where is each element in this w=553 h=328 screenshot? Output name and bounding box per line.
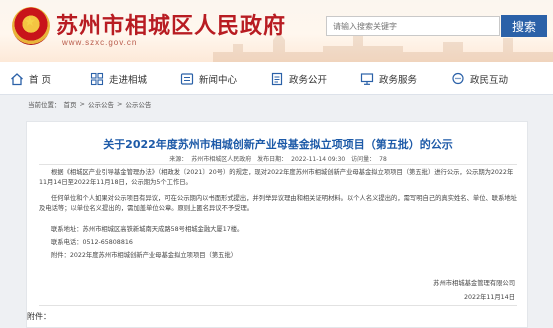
signature-organization: 苏州市相城基金管理有限公司 [433,280,515,287]
nav-label: 首 页 [29,75,52,86]
title-divider [39,164,517,165]
nav-label: 走进相城 [109,75,148,86]
attachment-line[interactable]: 附件：2022年度苏州市相城创新产业母基金拟立项项目（第五批） [39,251,517,261]
article-title: 关于2022年度苏州市相城创新产业母基金拟立项项目（第五批）的公示 [103,138,453,151]
site-header: ★ 苏州市相城区人民政府 www.szxc.gov.cn 搜索 [0,0,553,62]
nav-item-home[interactable]: 首 页 [10,71,51,87]
nav-label: 政务公开 [289,75,328,86]
nav-label: 新闻中心 [199,75,238,86]
nav-item-about[interactable]: 走进相城 [90,71,147,87]
main-nav: 首 页 走进相城 新闻中心 政务公开 政务服务 政民互动 [0,62,553,95]
chat-icon [451,72,465,86]
nav-item-gov-affairs[interactable]: 政务公开 [270,71,327,87]
nav-item-interaction[interactable]: 政民互动 [451,71,508,87]
site-title[interactable]: 苏州市相城区人民政府 [56,8,286,40]
attachment-heading: 附件： [27,312,51,321]
nav-item-gov-services[interactable]: 政务服务 [360,71,417,87]
contact-address: 联系地址：苏州市相城区高铁新城南天成路58号相城金融大厦17楼。 [51,226,244,233]
nav-label: 政民互动 [470,75,509,86]
paragraph-objection: 任何单位和个人如果对公示项目有异议，可在公示期内以书面形式提出，并列举异议理由和… [39,195,517,212]
home-icon [10,72,24,86]
nav-label: 政务服务 [379,75,418,86]
attachment-divider [39,305,517,306]
date-value: 2022-11-14 09:30 [291,156,346,163]
source-label: 来源： [169,156,188,163]
grid-icon [90,72,104,86]
government-emblem-icon[interactable]: ★ [12,7,50,45]
breadcrumb-link-notices[interactable]: 公示公告 [88,99,114,109]
breadcrumb-separator: > [116,100,123,108]
paragraph-announcement: 根据《相城区产业引导基金管理办法》（相政发〔2021〕20号）的规定，现对202… [39,169,514,186]
breadcrumb: 当前位置： 首页 > 公示公告 > 公示公告 [28,97,151,111]
article-panel: 关于2022年度苏州市相城创新产业母基金拟立项项目（第五批）的公示 来源： 苏州市… [26,121,528,328]
article-meta: 来源： 苏州市相城区人民政府 发布日期： 2022-11-14 09:30 访问量：… [27,154,529,163]
nav-item-news[interactable]: 新闻中心 [180,71,237,87]
news-icon [180,72,194,86]
document-icon [270,72,284,86]
date-label: 发布日期： [257,156,288,163]
breadcrumb-prefix: 当前位置： [28,101,61,109]
monitor-icon [360,72,374,86]
signature-date: 2022年11月14日 [464,294,515,301]
search-button[interactable]: 搜索 [501,15,547,37]
breadcrumb-link-home[interactable]: 首页 [64,99,77,109]
source-value: 苏州市相城区人民政府 [191,156,252,163]
views-value: 78 [379,156,387,163]
search-input[interactable] [326,16,500,36]
contact-phone: 联系电话：0512-65808816 [51,239,133,246]
views-label: 访问量： [351,156,376,163]
site-domain: www.szxc.gov.cn [62,38,138,47]
breadcrumb-separator: > [79,100,85,108]
breadcrumb-link-notices-sub[interactable]: 公示公告 [125,99,151,109]
